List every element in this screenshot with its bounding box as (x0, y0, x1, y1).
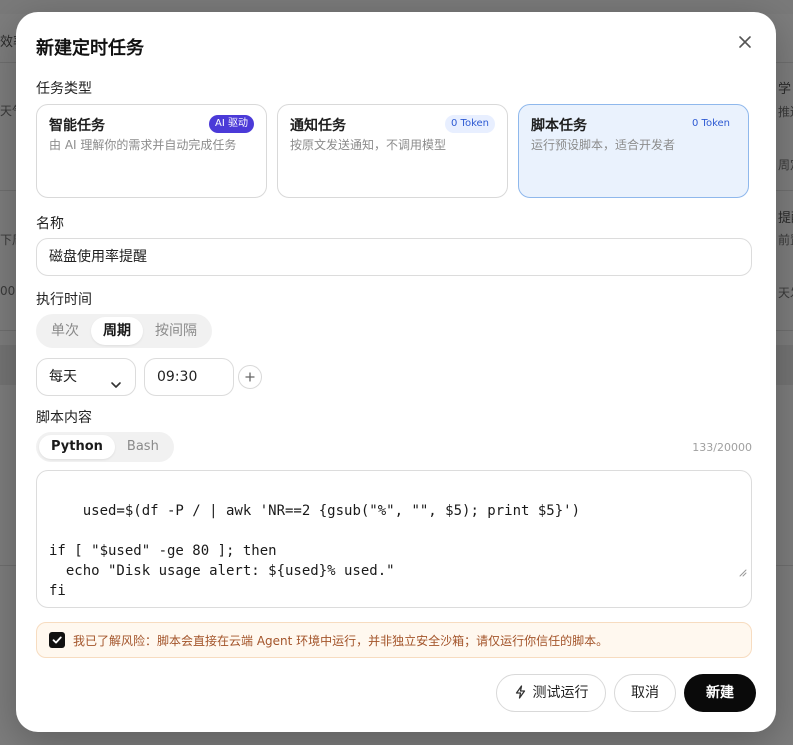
dialog-title: 新建定时任务 (36, 38, 144, 59)
schedule-label: 执行时间 (36, 292, 92, 308)
schedule-mode-once[interactable]: 单次 (39, 317, 91, 345)
bg-text: 前置 (778, 233, 793, 247)
task-type-name: 脚本任务 (531, 118, 587, 134)
name-label: 名称 (36, 216, 64, 232)
cancel-button[interactable]: 取消 (614, 674, 676, 712)
language-bash[interactable]: Bash (115, 435, 171, 459)
add-time-button[interactable] (238, 365, 262, 389)
character-counter: 133/20000 (692, 441, 752, 454)
frequency-select[interactable]: 每天 (36, 358, 136, 396)
bg-text: 推送 (778, 105, 793, 119)
risk-acknowledgement: 我已了解风险：脚本会直接在云端 Agent 环境中运行，并非独立安全沙箱；请仅运… (36, 622, 752, 658)
close-button[interactable] (734, 31, 756, 53)
ai-badge: AI 驱动 (209, 115, 254, 133)
close-icon (734, 31, 756, 53)
token-badge: 0 Token (692, 118, 730, 129)
script-language-toggle: Python Bash (36, 432, 174, 462)
script-label: 脚本内容 (36, 410, 92, 426)
bg-text: 00 (0, 284, 16, 298)
create-button[interactable]: 新建 (684, 674, 756, 712)
chevron-down-icon (109, 370, 123, 406)
task-type-card-notification[interactable]: 通知任务 0 Token 按原文发送通知，不调用模型 (277, 104, 508, 198)
time-input[interactable]: 09:30 (144, 358, 234, 396)
task-type-label: 任务类型 (36, 81, 92, 97)
risk-checkbox[interactable] (49, 632, 65, 648)
task-type-name: 智能任务 (49, 118, 105, 134)
schedule-mode-interval[interactable]: 按间隔 (143, 317, 209, 345)
task-type-card-ai[interactable]: 智能任务 AI 驱动 由 AI 理解你的需求并自动完成任务 (36, 104, 267, 198)
token-badge: 0 Token (445, 115, 495, 133)
test-run-label: 测试运行 (532, 685, 589, 701)
bg-text: 周定 (778, 158, 793, 172)
script-content: used=$(df -P / | awk 'NR==2 {gsub("%", "… (49, 503, 581, 599)
risk-text: 我已了解风险：脚本会直接在云端 Agent 环境中运行，并非独立安全沙箱；请仅运… (73, 634, 609, 648)
task-name-input[interactable]: 磁盘使用率提醒 (36, 238, 752, 276)
task-type-desc: 由 AI 理解你的需求并自动完成任务 (49, 138, 237, 152)
bg-text: 天发 (778, 286, 793, 300)
test-run-button[interactable]: 测试运行 (496, 674, 606, 712)
task-type-desc: 按原文发送通知，不调用模型 (290, 138, 447, 152)
frequency-value: 每天 (49, 369, 77, 385)
task-type-card-script[interactable]: 脚本任务 0 Token 运行预设脚本，适合开发者 (518, 104, 749, 198)
schedule-mode-recurring[interactable]: 周期 (91, 317, 143, 345)
lightning-icon (514, 677, 527, 713)
task-type-name: 通知任务 (290, 118, 346, 134)
task-type-desc: 运行预设脚本，适合开发者 (531, 138, 676, 152)
schedule-mode-toggle: 单次 周期 按间隔 (36, 314, 212, 348)
script-editor[interactable]: used=$(df -P / | awk 'NR==2 {gsub("%", "… (36, 470, 752, 608)
new-scheduled-task-dialog: 新建定时任务 任务类型 智能任务 AI 驱动 由 AI 理解你的需求并自动完成任… (16, 12, 776, 732)
resize-handle-icon[interactable] (686, 543, 747, 603)
plus-icon (239, 371, 261, 383)
bg-text: 提醒 (778, 211, 793, 226)
bg-text: 学 (778, 82, 792, 97)
language-python[interactable]: Python (39, 435, 115, 459)
